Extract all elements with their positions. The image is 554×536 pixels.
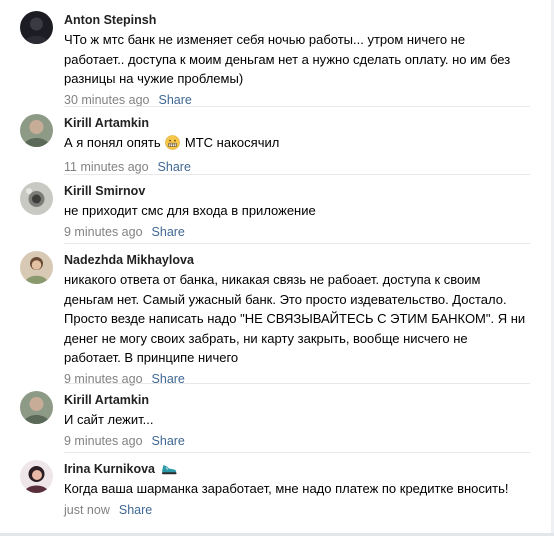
comment-timestamp[interactable]: 11 minutes ago xyxy=(64,160,149,174)
comment-text: не приходит смс для входа в приложение xyxy=(64,201,534,221)
comment-meta: 11 minutes ago Share xyxy=(64,158,534,176)
comment-author[interactable]: Irina Kurnikova xyxy=(64,460,155,478)
avatar[interactable] xyxy=(20,460,53,493)
comment-meta: just now Share xyxy=(64,501,534,519)
comment-text-line: работает.. доступа к моим деньгам нет а … xyxy=(64,51,511,67)
comment-author[interactable]: Anton Stepinsh xyxy=(64,11,156,29)
comment-text: А я понял опять МТС накосячил xyxy=(64,133,534,156)
comment-text: никакого ответа от банка, никакая связь … xyxy=(64,270,534,368)
comment-meta: 9 minutes ago Share xyxy=(64,370,534,388)
share-link[interactable]: Share xyxy=(152,434,185,448)
comment-text-part: МТС накосячил xyxy=(184,135,280,150)
avatar[interactable] xyxy=(20,391,53,424)
avatar[interactable] xyxy=(20,11,53,44)
divider xyxy=(64,174,530,175)
comment-text: Когда ваша шарманка заработает, мне надо… xyxy=(64,479,534,499)
share-link[interactable]: Share xyxy=(158,93,191,107)
comment-timestamp[interactable]: 9 minutes ago xyxy=(64,225,143,239)
avatar[interactable] xyxy=(20,114,53,147)
divider xyxy=(64,383,530,384)
comment-timestamp[interactable]: 30 minutes ago xyxy=(64,93,149,107)
comment-timestamp[interactable]: 9 minutes ago xyxy=(64,434,143,448)
grimacing-face-emoji xyxy=(165,135,181,156)
divider xyxy=(64,106,530,107)
sneaker-icon xyxy=(161,463,177,475)
comment-text-line: И сайт лежит... xyxy=(64,412,154,427)
comment-text-line: деньгам нет. Самый ужасный банк. Это про… xyxy=(64,291,507,307)
divider xyxy=(64,452,530,453)
comment-text: И сайт лежит... xyxy=(64,410,534,430)
comment-text-line: Просто везде написать надо "НЕ СВЯЗЫВАЙТ… xyxy=(64,311,526,326)
comment-meta: 9 minutes ago Share xyxy=(64,223,534,241)
share-link[interactable]: Share xyxy=(158,160,191,174)
share-link[interactable]: Share xyxy=(119,503,152,517)
comment-text-line: Когда ваша шарманка заработает, мне надо… xyxy=(64,481,509,496)
share-link[interactable]: Share xyxy=(152,225,185,239)
comment-meta: 9 minutes ago Share xyxy=(64,432,534,450)
comment-timestamp[interactable]: just now xyxy=(64,503,110,517)
avatar[interactable] xyxy=(20,182,53,215)
comment-text-line: ЧТо ж мтс банк не изменяет себя ночью ра… xyxy=(64,32,466,47)
comment-text-line: не приходит смс для входа в приложение xyxy=(64,203,316,218)
comment-text: ЧТо ж мтс банк не изменяет себя ночью ра… xyxy=(64,30,534,89)
comment-text-line: никакого ответа от банка, никакая связь … xyxy=(64,272,481,287)
comment-text-line: работает. В принципе ничего xyxy=(64,350,239,365)
comment-author[interactable]: Kirill Smirnov xyxy=(64,182,145,200)
divider xyxy=(64,243,530,244)
comment-text-part: А я понял опять xyxy=(64,135,161,150)
comment-author[interactable]: Nadezhda Mikhaylova xyxy=(64,251,194,269)
comment-text-line: разницы на чужие проблемы) xyxy=(64,71,244,86)
comment-text-line: денег не могу своих забрать, ни карту за… xyxy=(64,330,468,346)
comments-panel: Anton Stepinsh ЧТо ж мтс банк не изменяе… xyxy=(0,0,554,536)
avatar[interactable] xyxy=(20,251,53,284)
comment-author[interactable]: Kirill Artamkin xyxy=(64,391,149,409)
comment-author[interactable]: Kirill Artamkin xyxy=(64,114,149,132)
